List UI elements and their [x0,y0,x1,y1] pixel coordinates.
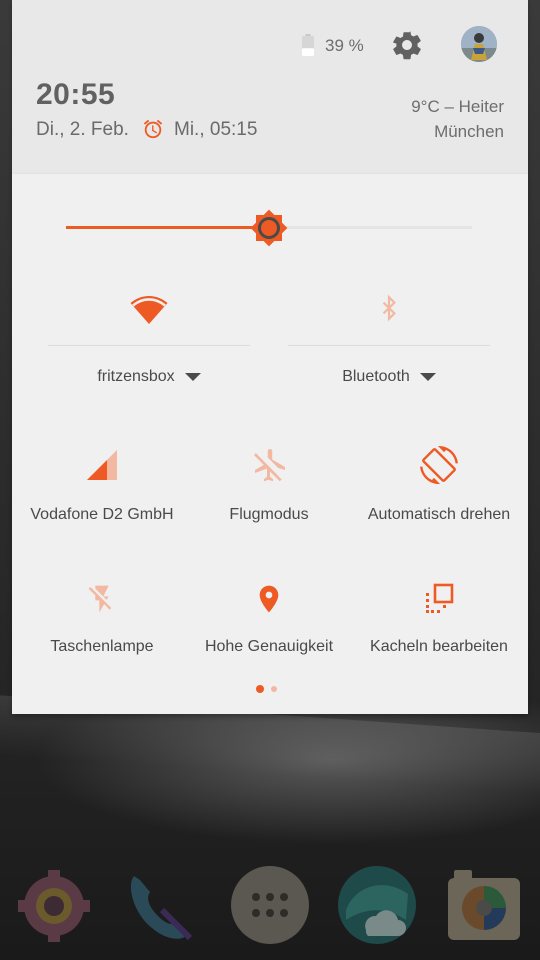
flashlight-tile[interactable]: Taschenlampe [16,579,188,659]
airplane-mode-label: Flugmodus [229,506,309,523]
battery-icon [302,34,314,56]
camera-app-icon[interactable] [444,868,524,944]
flashlight-off-icon [88,585,112,613]
weather-location: München [434,122,504,141]
location-tile[interactable]: Hohe Genauigkeit [188,579,350,659]
quick-settings-panel: fritzensbox Bluetooth Vodafone D2 GmbH F… [12,174,528,714]
cellular-tile-label: Vodafone D2 GmbH [30,506,174,523]
alarm-clock-icon[interactable] [142,118,164,140]
airplane-off-icon [253,449,285,482]
brightness-slider-fill [66,226,269,229]
clock-time[interactable]: 20:55 [36,78,115,112]
edit-tiles-label: Kacheln bearbeiten [370,638,508,655]
bluetooth-tile[interactable]: Bluetooth [288,284,490,394]
settings-app-icon[interactable] [14,866,94,946]
screen-rotation-icon [420,446,458,484]
shade-header: 39 % 20:55 Di., 2. Feb. Mi., 05:15 9°C –… [12,0,528,174]
brightness-thumb-icon[interactable] [247,206,291,250]
weather-info[interactable]: 9°C – Heiter München [411,94,504,144]
app-drawer-icon[interactable] [229,864,311,946]
settings-gear-icon[interactable] [390,28,424,62]
next-alarm-text[interactable]: Mi., 05:15 [174,119,257,141]
location-label: Hohe Genauigkeit [204,638,334,655]
user-avatar[interactable] [461,26,497,62]
edit-tiles-tile[interactable]: Kacheln bearbeiten [350,579,528,659]
cellular-tile[interactable]: Vodafone D2 GmbH [16,444,188,524]
cellular-signal-icon [87,450,117,480]
page-dot-active [256,685,264,693]
wifi-tile[interactable]: fritzensbox [48,284,250,394]
bluetooth-tile-label[interactable]: Bluetooth [288,368,490,386]
wifi-network-name: fritzensbox [97,368,175,385]
wifi-divider [48,345,250,346]
flashlight-label: Taschenlampe [50,638,154,655]
bluetooth-label-text: Bluetooth [342,368,410,385]
bluetooth-divider [288,345,490,346]
location-pin-icon [259,585,279,613]
page-dot-inactive [271,686,277,692]
weather-condition: 9°C – Heiter [411,97,504,116]
wifi-dropdown-chevron-icon[interactable] [184,372,201,381]
auto-rotate-label: Automatisch drehen [367,506,511,523]
date-text[interactable]: Di., 2. Feb. [36,119,129,141]
auto-rotate-tile[interactable]: Automatisch drehen [350,444,528,524]
brightness-slider[interactable] [66,209,472,247]
edit-tiles-icon [426,583,454,613]
battery-percentage: 39 % [325,36,364,55]
wifi-icon [130,296,168,324]
bluetooth-off-icon [382,294,396,322]
airplane-mode-tile[interactable]: Flugmodus [188,444,350,524]
phone-app-icon[interactable] [122,866,202,946]
weather-app-icon[interactable] [336,864,418,946]
bluetooth-dropdown-chevron-icon[interactable] [419,372,436,381]
wifi-tile-label[interactable]: fritzensbox [48,368,250,386]
